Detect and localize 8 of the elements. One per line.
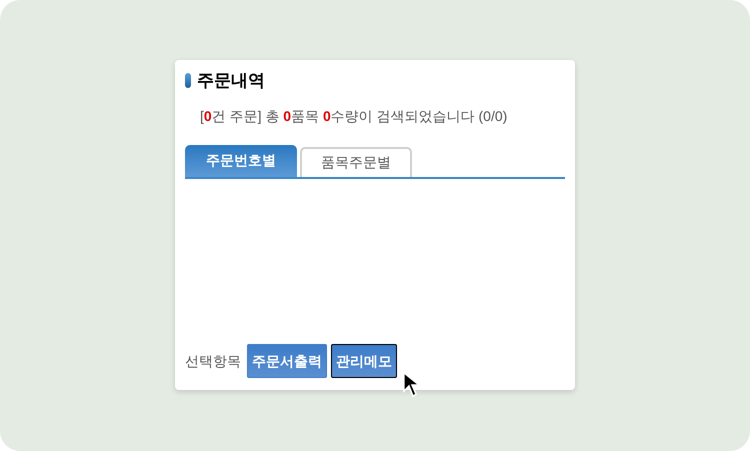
section-title: 주문내역 [197, 70, 265, 92]
selection-label: 선택항목 [185, 352, 241, 370]
title-marker-icon [185, 73, 191, 88]
action-button[interactable]: 주문서출력 [247, 344, 327, 378]
action-button[interactable]: 관리메모 [331, 344, 397, 378]
tab[interactable]: 주문번호별 [185, 144, 297, 176]
search-summary: [0건 주문] 총 0품목 0수량이 검색되었습니다 (0/0) [200, 106, 508, 126]
tab[interactable]: 품목주문별 [300, 146, 412, 176]
